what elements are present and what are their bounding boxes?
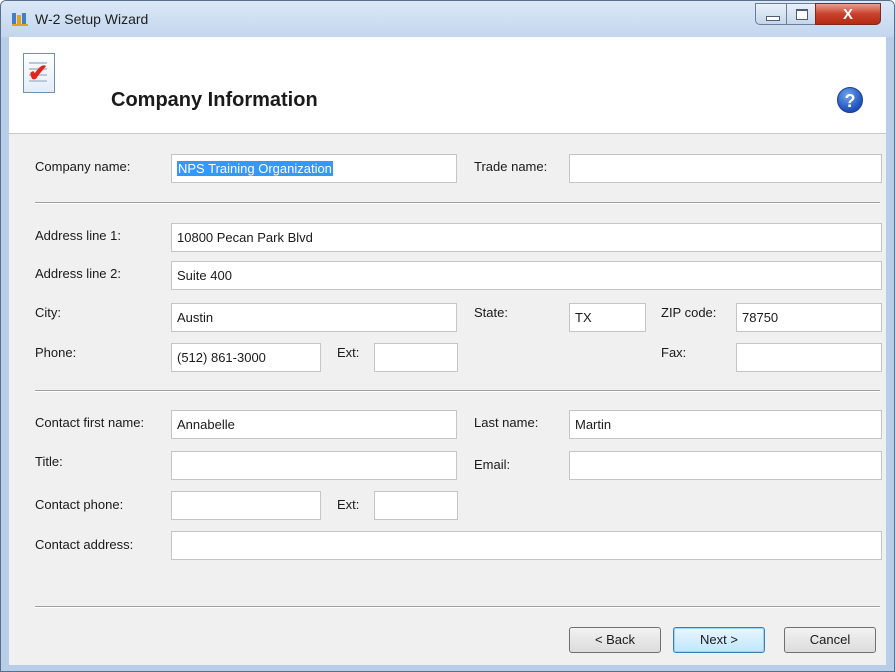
close-icon: X — [842, 6, 853, 23]
city-input[interactable]: Austin — [171, 303, 457, 332]
next-button[interactable]: Next > — [673, 627, 765, 653]
w2-app-icon — [12, 13, 28, 26]
fax-label: Fax: — [661, 345, 687, 360]
separator — [35, 202, 880, 204]
maximize-icon — [796, 9, 808, 20]
zip-code-input[interactable]: 78750 — [736, 303, 882, 332]
contact-ext-label: Ext: — [337, 497, 360, 512]
contact-phone-input[interactable] — [171, 491, 321, 520]
last-name-input[interactable]: Martin — [569, 410, 882, 439]
maximize-button[interactable] — [786, 3, 816, 25]
address-line1-input[interactable]: 10800 Pecan Park Blvd — [171, 223, 882, 252]
back-button[interactable]: < Back — [569, 627, 661, 653]
contact-first-name-input[interactable]: Annabelle — [171, 410, 457, 439]
title-bar[interactable]: W-2 Setup Wizard X — [1, 1, 894, 37]
document-check-icon: ✔ — [23, 53, 55, 93]
city-label: City: — [35, 305, 61, 320]
company-name-input[interactable]: NPS Training Organization — [171, 154, 457, 183]
last-name-label: Last name: — [474, 415, 539, 430]
address-line2-label: Address line 2: — [35, 266, 121, 281]
wizard-client-area: ✔ Company Information ? Company name: NP… — [9, 37, 886, 665]
cancel-button[interactable]: Cancel — [784, 627, 876, 653]
trade-name-input[interactable] — [569, 154, 882, 183]
email-label: Email: — [474, 457, 511, 472]
phone-ext-label: Ext: — [337, 345, 360, 360]
separator — [35, 606, 880, 608]
minimize-button[interactable] — [755, 3, 787, 25]
title-input[interactable] — [171, 451, 457, 480]
phone-input[interactable]: (512) 861-3000 — [171, 343, 321, 372]
wizard-header: ✔ Company Information ? — [9, 37, 886, 134]
phone-label: Phone: — [35, 345, 77, 360]
contact-phone-label: Contact phone: — [35, 497, 124, 512]
title-label: Title: — [35, 454, 63, 469]
contact-address-label: Contact address: — [35, 537, 134, 552]
zip-code-label: ZIP code: — [661, 305, 717, 320]
address-line2-input[interactable]: Suite 400 — [171, 261, 882, 290]
contact-first-name-label: Contact first name: — [35, 415, 145, 430]
state-label: State: — [474, 305, 508, 320]
minimize-icon — [766, 16, 780, 21]
phone-ext-input[interactable] — [374, 343, 458, 372]
page-title: Company Information — [111, 89, 318, 111]
help-icon[interactable]: ? — [837, 87, 863, 113]
wizard-window: W-2 Setup Wizard X ✔ Company Information… — [0, 0, 895, 672]
separator — [35, 390, 880, 392]
fax-input[interactable] — [736, 343, 882, 372]
state-input[interactable]: TX — [569, 303, 646, 332]
close-button[interactable]: X — [815, 3, 881, 25]
company-name-label: Company name: — [35, 159, 131, 174]
contact-ext-input[interactable] — [374, 491, 458, 520]
email-input[interactable] — [569, 451, 882, 480]
contact-address-input[interactable] — [171, 531, 882, 560]
window-title: W-2 Setup Wizard — [35, 11, 149, 27]
address-line1-label: Address line 1: — [35, 228, 121, 243]
trade-name-label: Trade name: — [474, 159, 548, 174]
